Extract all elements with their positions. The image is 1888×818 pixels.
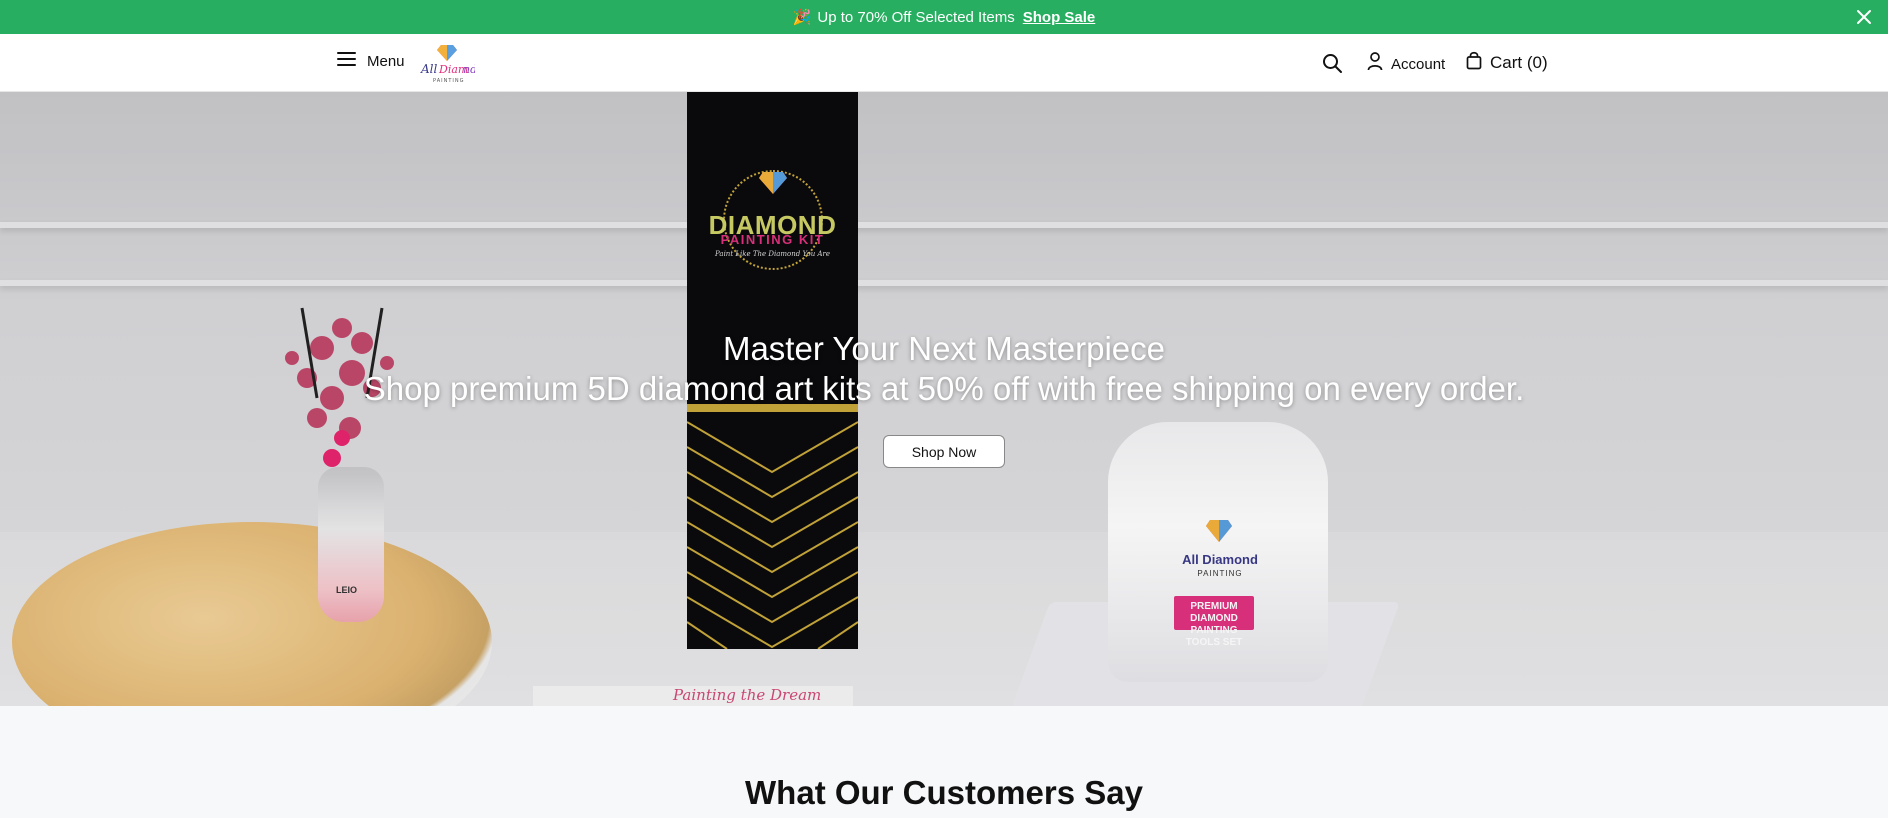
svg-text:nd: nd bbox=[463, 63, 475, 76]
cart-link[interactable]: Cart (0) bbox=[1466, 51, 1548, 75]
menu-button[interactable]: Menu bbox=[337, 51, 405, 72]
shop-now-button[interactable]: Shop Now bbox=[883, 435, 1005, 468]
account-link[interactable]: Account bbox=[1367, 52, 1445, 76]
hero-subtitle: Shop premium 5D diamond art kits at 50% … bbox=[363, 370, 1525, 407]
svg-text:All: All bbox=[420, 62, 438, 76]
account-label: Account bbox=[1391, 55, 1446, 73]
close-icon[interactable] bbox=[1854, 7, 1874, 27]
hero-title: Master Your Next Masterpiece bbox=[722, 330, 1166, 367]
announcement-text: Up to 70% Off Selected Items bbox=[817, 8, 1015, 26]
party-icon: 🎉 bbox=[792, 9, 812, 26]
hamburger-icon bbox=[337, 51, 356, 72]
svg-text:PAINTING: PAINTING bbox=[433, 78, 464, 84]
user-icon bbox=[1367, 52, 1383, 76]
site-header: Menu All Diam nd PAINTING Account Cart (… bbox=[0, 34, 1888, 92]
menu-label: Menu bbox=[367, 53, 405, 70]
shopping-bag-icon bbox=[1466, 51, 1482, 75]
testimonials-heading: What Our Customers Say bbox=[745, 774, 1143, 811]
shop-sale-link[interactable]: Shop Sale bbox=[1023, 9, 1096, 26]
cart-label: Cart (0) bbox=[1490, 53, 1548, 72]
announcement-bar: 🎉 Up to 70% Off Selected Items Shop Sale bbox=[0, 0, 1888, 34]
site-logo[interactable]: All Diam nd PAINTING bbox=[419, 41, 477, 85]
search-icon[interactable] bbox=[1321, 52, 1343, 74]
